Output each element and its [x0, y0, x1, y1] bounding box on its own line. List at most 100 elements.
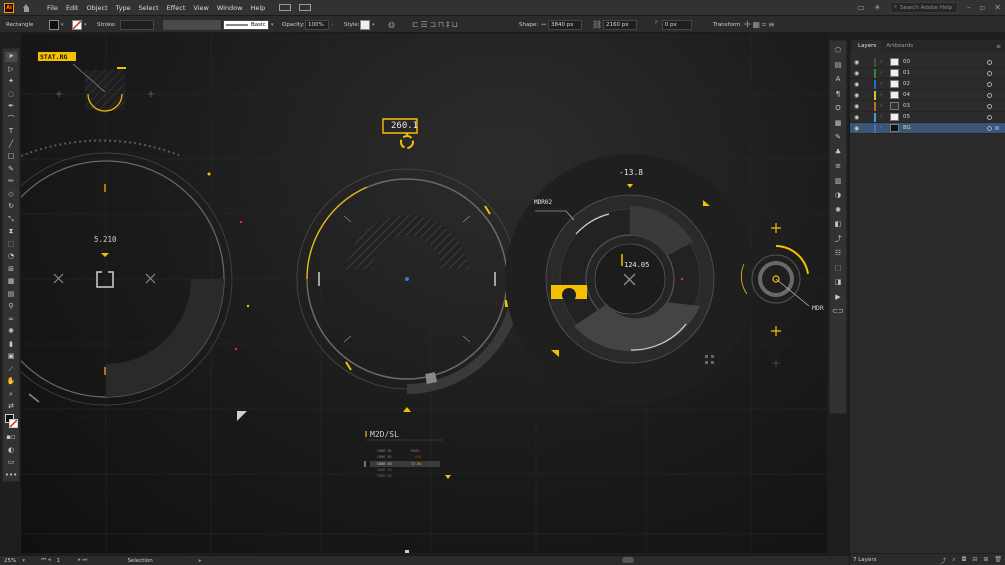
chevron-down-icon[interactable]: ▾: [61, 22, 64, 28]
gpu-preview-icon[interactable]: [299, 4, 312, 11]
shape-options-icon[interactable]: ▦: [752, 20, 760, 29]
opacity-control[interactable]: 100% ›: [305, 19, 333, 30]
pencil-tool-icon[interactable]: ✏: [5, 177, 17, 187]
layer-row-03[interactable]: ◉ › 03: [850, 101, 1005, 112]
menu-select[interactable]: Select: [135, 4, 163, 12]
variable-width-field[interactable]: [163, 19, 221, 30]
menu-type[interactable]: Type: [112, 4, 135, 12]
target-icon[interactable]: [987, 70, 992, 76]
layer-row-00[interactable]: ◉ › 00: [850, 57, 1005, 68]
graphic-styles-icon[interactable]: ◧: [832, 220, 844, 230]
target-icon[interactable]: [987, 125, 992, 131]
selection-indicator[interactable]: [995, 126, 999, 130]
drawing-mode-icon[interactable]: ◐: [5, 445, 17, 455]
transform-panel-icon[interactable]: ⬚: [832, 263, 844, 273]
rectangle-tool-icon[interactable]: □: [5, 152, 17, 162]
character-icon[interactable]: A: [832, 75, 844, 85]
paintbrush-tool-icon[interactable]: ✎: [5, 164, 17, 174]
stroke-panel-icon[interactable]: ≡: [832, 162, 844, 172]
menu-file[interactable]: File: [43, 4, 62, 12]
artboard-nav-icons[interactable]: ⏮ ◂: [41, 557, 50, 564]
appearance-icon[interactable]: ✺: [832, 205, 844, 215]
slice-tool-icon[interactable]: ⟋: [5, 364, 17, 374]
graphic-style-swatch[interactable]: [360, 19, 370, 30]
width-input[interactable]: 3840 px: [548, 19, 583, 30]
blend-tool-icon[interactable]: ∞: [5, 314, 17, 324]
type-tool-icon[interactable]: T: [5, 127, 17, 137]
new-layer-icon[interactable]: ⊞: [983, 556, 988, 565]
tab-artboards[interactable]: Artboards: [881, 40, 918, 52]
links-icon[interactable]: ⤴: [832, 234, 844, 244]
opacity-label[interactable]: Opacity:: [282, 19, 305, 30]
align-left-icon[interactable]: ⊏: [412, 20, 419, 29]
home-icon[interactable]: [22, 3, 31, 12]
horizontal-scrollbar-thumb[interactable]: [622, 557, 634, 563]
brush-definition[interactable]: Basic ▾: [223, 19, 274, 30]
pathfinder-icon[interactable]: ◨: [832, 278, 844, 288]
swatches-icon[interactable]: ▦: [832, 118, 844, 128]
no-stroke-swatch[interactable]: [72, 19, 82, 30]
gradient-tool-icon[interactable]: ▤: [5, 289, 17, 299]
selection-tool-icon[interactable]: ➤: [5, 51, 17, 62]
chevron-right-icon[interactable]: ›: [331, 22, 333, 28]
opentype-icon[interactable]: O: [832, 104, 844, 114]
line-tool-icon[interactable]: ╱: [5, 139, 17, 149]
stroke-indicator[interactable]: [9, 419, 18, 428]
expand-arrow-icon[interactable]: ›: [880, 114, 882, 120]
stroke-swatch-control[interactable]: ▾: [72, 19, 87, 30]
brush-field[interactable]: Basic: [223, 19, 269, 30]
lasso-tool-icon[interactable]: ◌: [5, 89, 17, 99]
status-chevron-right-icon[interactable]: ▸: [199, 558, 202, 564]
layer-name[interactable]: 00: [903, 59, 910, 65]
stroke-weight-field[interactable]: [120, 19, 154, 30]
properties-icon[interactable]: ▤: [832, 60, 844, 70]
expand-arrow-icon[interactable]: ›: [880, 81, 882, 87]
arrange-documents-icon[interactable]: [279, 4, 292, 11]
align-bottom-icon[interactable]: ⊔: [452, 20, 458, 29]
target-icon[interactable]: [987, 81, 992, 87]
eye-icon[interactable]: ◉: [854, 70, 862, 77]
align-panel-icon[interactable]: ☷: [832, 249, 844, 259]
expand-arrow-icon[interactable]: ›: [880, 70, 882, 76]
discover-icon[interactable]: ☀: [874, 3, 881, 12]
tab-layers[interactable]: Layers: [853, 40, 882, 52]
paragraph-icon[interactable]: ¶: [832, 89, 844, 99]
eye-icon[interactable]: ◉: [854, 125, 862, 132]
menu-object[interactable]: Object: [82, 4, 111, 12]
envelope-icon[interactable]: ⌗: [762, 20, 767, 29]
mesh-tool-icon[interactable]: ▦: [5, 277, 17, 287]
height-input[interactable]: 2160 px: [603, 19, 637, 30]
rotate-tool-icon[interactable]: ↻: [5, 202, 17, 212]
recolor-icon[interactable]: ◍: [388, 19, 395, 30]
magic-wand-tool-icon[interactable]: ✦: [5, 77, 17, 87]
workspace-switcher-icon[interactable]: ▭: [857, 3, 865, 12]
expand-arrow-icon[interactable]: ›: [880, 125, 882, 131]
fill-swatch[interactable]: [49, 19, 59, 30]
corner-input[interactable]: 0 px: [661, 19, 692, 30]
crosshair-icon[interactable]: ✛: [744, 20, 751, 29]
curvature-tool-icon[interactable]: ⌒: [5, 114, 17, 124]
direct-selection-tool-icon[interactable]: ▷: [5, 64, 17, 74]
shape-builder-tool-icon[interactable]: ◔: [5, 252, 17, 262]
layer-name[interactable]: 04: [903, 92, 910, 98]
layer-row-05[interactable]: ◉ › 05: [850, 112, 1005, 123]
layer-name[interactable]: 03: [903, 103, 910, 109]
swap-fill-stroke-icon[interactable]: ⇄: [5, 402, 17, 412]
gradient-panel-icon[interactable]: ▥: [832, 176, 844, 186]
constrain-proportions-icon[interactable]: ⛓: [592, 19, 602, 30]
symbol-sprayer-tool-icon[interactable]: ✺: [5, 327, 17, 337]
width-tool-icon[interactable]: ⧗: [5, 227, 17, 237]
eye-icon[interactable]: ◉: [854, 103, 862, 110]
target-icon[interactable]: [987, 114, 992, 120]
transparency-icon[interactable]: ◑: [832, 191, 844, 201]
scale-tool-icon[interactable]: ⤡: [5, 214, 17, 224]
target-icon[interactable]: [987, 103, 992, 109]
zoom-level[interactable]: 25%: [4, 558, 16, 564]
graphic-style-control[interactable]: ▾: [360, 19, 375, 30]
zoom-chevron-down-icon[interactable]: ▾: [22, 558, 25, 564]
help-search[interactable]: ⌕ Search Adobe Help: [889, 2, 958, 13]
artboard-nav-next-icons[interactable]: ▸ ⏭: [78, 557, 87, 564]
artboard-tool-icon[interactable]: ▣: [5, 352, 17, 362]
artboard-number[interactable]: 1: [56, 558, 60, 564]
expand-arrow-icon[interactable]: ›: [880, 103, 882, 109]
